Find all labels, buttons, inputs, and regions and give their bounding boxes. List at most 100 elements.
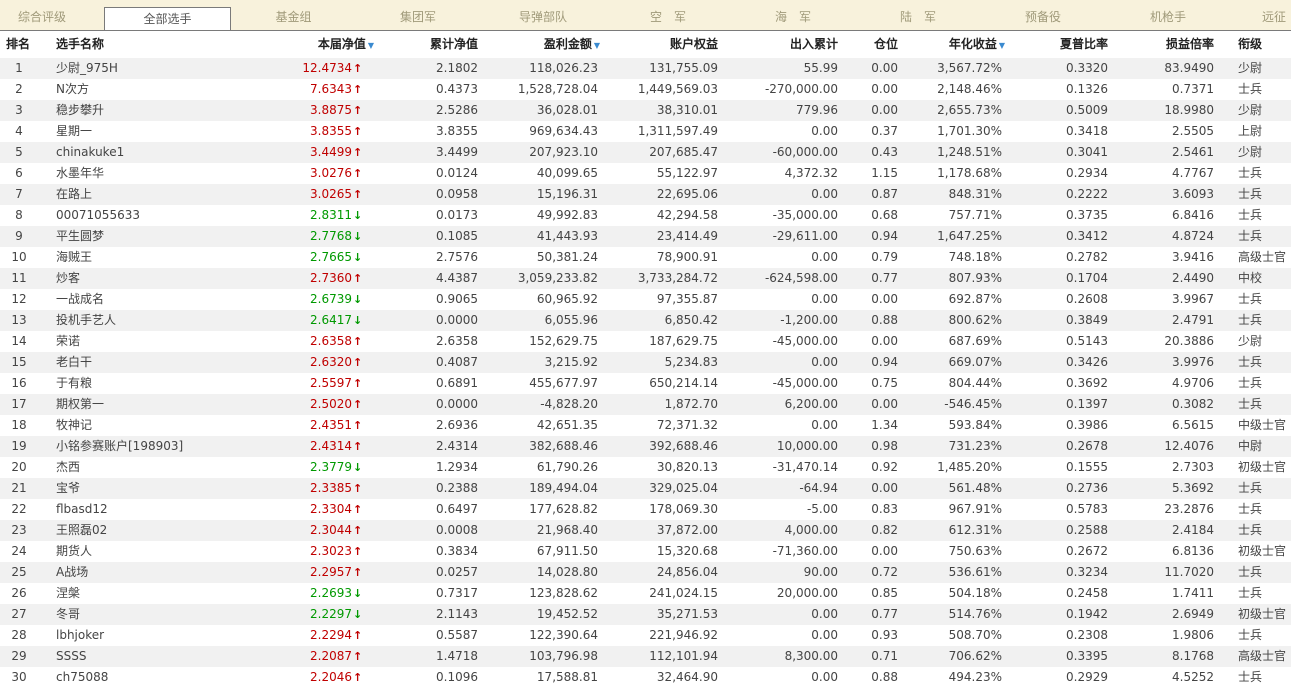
cell-player-name[interactable]: 00071055633 [56, 205, 256, 226]
cell-player-name[interactable]: 于有粮 [56, 373, 256, 394]
cell-player-name[interactable]: 荣诺 [56, 331, 256, 352]
table-row[interactable]: 30 ch75088 2.2046↑ 0.1096 17,588.81 32,464.90… [0, 667, 1291, 688]
cell-player-name[interactable]: 老白干 [56, 352, 256, 373]
header-sharpe[interactable]: 夏普比率 [1030, 31, 1108, 58]
table-row[interactable]: 27 冬哥 2.2297↓ 2.1143 19,452.52 35,271.53 0.00 0… [0, 604, 1291, 625]
table-row[interactable]: 19 小铭参赛账户[198903] 2.4314↑ 2.4314 382,688.46 3… [0, 436, 1291, 457]
cell-player-name[interactable]: 杰西 [56, 457, 256, 478]
tab-army[interactable]: 陆 军 [856, 0, 980, 30]
cell-player-name[interactable]: 少尉_975H [56, 58, 256, 79]
tab-reserve[interactable]: 预备役 [980, 0, 1106, 30]
header-profit[interactable]: 盈利金额 ▼ [510, 31, 600, 58]
table-row[interactable]: 12 一战成名 2.6739↓ 0.9065 60,965.92 97,355.87 0.0… [0, 289, 1291, 310]
cell-player-name[interactable]: 期权第一 [56, 394, 256, 415]
tab-expedition[interactable]: 远征 [1262, 0, 1291, 30]
table-row[interactable]: 29 SSSS 2.2087↑ 1.4718 103,796.98 112,101.94 8… [0, 646, 1291, 667]
table-row[interactable]: 9 平生圆梦 2.7768↓ 0.1085 41,443.93 23,414.49 -29,… [0, 226, 1291, 247]
cell-player-name[interactable]: ch75088 [56, 667, 256, 688]
table-row[interactable]: 2 N次方 7.6343↑ 0.4373 1,528,728.04 1,449,569.0… [0, 79, 1291, 100]
table-row[interactable]: 10 海贼王 2.7665↓ 2.7576 50,381.24 78,900.91 0.00… [0, 247, 1291, 268]
tab-all-players[interactable]: 全部选手 [104, 7, 231, 30]
header-position[interactable]: 仓位 [850, 31, 898, 58]
cell-pl-ratio: 18.9980 [1164, 103, 1214, 117]
cell-player-name[interactable]: SSSS [56, 646, 256, 667]
header-flow[interactable]: 出入累计 [740, 31, 838, 58]
table-row[interactable]: 5 chinakuke1 3.4499↑ 3.4499 207,923.10 207,68… [0, 142, 1291, 163]
table-row[interactable]: 7 在路上 3.0265↑ 0.0958 15,196.31 22,695.06 0.00 0… [0, 184, 1291, 205]
cell-player-name[interactable]: N次方 [56, 79, 256, 100]
cell-player-name[interactable]: 王照磊02 [56, 520, 256, 541]
table-row[interactable]: 15 老白干 2.6320↑ 0.4087 3,215.92 5,234.83 0.00 0.… [0, 352, 1291, 373]
cell-player-name[interactable]: chinakuke1 [56, 142, 256, 163]
table-row[interactable]: 18 牧神记 2.4351↑ 2.6936 42,651.35 72,371.32 0.00… [0, 415, 1291, 436]
table-row[interactable]: 6 水墨年华 3.0276↑ 0.0124 40,099.65 55,122.97 4,37… [0, 163, 1291, 184]
cell-player-name[interactable]: 在路上 [56, 184, 256, 205]
cell-profit: 50,381.24 [536, 250, 598, 264]
cell-rank-title: 士兵 [1238, 166, 1263, 180]
header-title[interactable]: 衔级 [1238, 31, 1288, 58]
cell-player-name[interactable]: 稳步攀升 [56, 100, 256, 121]
cell-position: 0.77 [871, 271, 898, 285]
cell-rank: 6 [15, 166, 23, 180]
cell-player-name[interactable]: 海贼王 [56, 247, 256, 268]
cell-player-name[interactable]: 星期一 [56, 121, 256, 142]
cell-player-name[interactable]: 炒客 [56, 268, 256, 289]
table-row[interactable]: 11 炒客 2.7360↑ 4.4387 3,059,233.82 3,733,284.7… [0, 268, 1291, 289]
cell-player-name[interactable]: flbasd12 [56, 499, 256, 520]
cell-annual: 504.18% [948, 586, 1002, 600]
table-row[interactable]: 1 少尉_975H 12.4734↑ 2.1802 118,026.23 131,755.… [0, 58, 1291, 79]
table-row[interactable]: 17 期权第一 2.5020↑ 0.0000 -4,828.20 1,872.70 6,20… [0, 394, 1291, 415]
cell-player-name[interactable]: 水墨年华 [56, 163, 256, 184]
table-row[interactable]: 24 期货人 2.3023↑ 0.3834 67,911.50 15,320.68 -71,… [0, 541, 1291, 562]
cell-player-name[interactable]: 投机手艺人 [56, 310, 256, 331]
table-row[interactable]: 14 荣诺 2.6358↑ 2.6358 152,629.75 187,629.75 -45… [0, 331, 1291, 352]
cell-profit: 103,796.98 [529, 649, 598, 663]
cell-position: 0.00 [871, 103, 898, 117]
table-row[interactable]: 20 杰西 2.3779↓ 1.2934 61,790.26 30,820.13 -31,4… [0, 457, 1291, 478]
cell-player-name[interactable]: 平生圆梦 [56, 226, 256, 247]
table-row[interactable]: 13 投机手艺人 2.6417↓ 0.0000 6,055.96 6,850.42 -1,2… [0, 310, 1291, 331]
cell-equity: 22,695.06 [656, 187, 718, 201]
cell-player-name[interactable]: 牧神记 [56, 415, 256, 436]
tab-fund-group[interactable]: 基金组 [230, 0, 357, 30]
table-row[interactable]: 28 lbhjoker 2.2294↑ 0.5587 122,390.64 221,946… [0, 625, 1291, 646]
tab-air-force[interactable]: 空 军 [606, 0, 730, 30]
table-row[interactable]: 21 宝爷 2.3385↑ 0.2388 189,494.04 329,025.04 -64… [0, 478, 1291, 499]
cell-nav: 2.7360↑ [280, 268, 362, 289]
tab-group-army[interactable]: 集团军 [356, 0, 480, 30]
table-row[interactable]: 16 于有粮 2.5597↑ 0.6891 455,677.97 650,214.14 -4… [0, 373, 1291, 394]
table-row[interactable]: 26 涅槃 2.2693↓ 0.7317 123,828.62 241,024.15 20,… [0, 583, 1291, 604]
cell-pl-ratio: 3.9976 [1172, 355, 1214, 369]
header-nav[interactable]: 本届净值 ▼ [290, 31, 374, 58]
cell-cum-nav: 0.4373 [436, 82, 478, 96]
header-rank[interactable]: 排名 [6, 31, 46, 58]
tab-missile-force[interactable]: 导弹部队 [480, 0, 606, 30]
cell-position: 0.77 [871, 607, 898, 621]
cell-player-name[interactable]: 一战成名 [56, 289, 256, 310]
cell-rank: 30 [11, 670, 27, 684]
cell-rank: 18 [11, 418, 27, 432]
cell-player-name[interactable]: 宝爷 [56, 478, 256, 499]
table-row[interactable]: 3 稳步攀升 3.8875↑ 2.5286 36,028.01 38,310.01 779.… [0, 100, 1291, 121]
cell-player-name[interactable]: 小铭参赛账户[198903] [56, 436, 256, 457]
cell-rank: 8 [15, 208, 23, 222]
table-row[interactable]: 4 星期一 3.8355↑ 3.8355 969,634.43 1,311,597.49 0… [0, 121, 1291, 142]
cell-player-name[interactable]: lbhjoker [56, 625, 256, 646]
cell-player-name[interactable]: 冬哥 [56, 604, 256, 625]
header-pl-ratio[interactable]: 损益倍率 [1130, 31, 1214, 58]
cell-player-name[interactable]: A战场 [56, 562, 256, 583]
tab-machine-gunner[interactable]: 机枪手 [1106, 0, 1230, 30]
table-row[interactable]: 25 A战场 2.2957↑ 0.0257 14,028.80 24,856.04 90.0… [0, 562, 1291, 583]
header-cum-nav[interactable]: 累计净值 [400, 31, 478, 58]
cell-player-name[interactable]: 涅槃 [56, 583, 256, 604]
cell-equity: 112,101.94 [649, 649, 718, 663]
tab-navy[interactable]: 海 军 [730, 0, 856, 30]
header-annual[interactable]: 年化收益 ▼ [920, 31, 1005, 58]
table-row[interactable]: 8 00071055633 2.8311↓ 0.0173 49,992.83 42,294… [0, 205, 1291, 226]
table-row[interactable]: 22 flbasd12 2.3304↑ 0.6497 177,628.82 178,069… [0, 499, 1291, 520]
header-name[interactable]: 选手名称 [56, 31, 176, 58]
table-row[interactable]: 23 王照磊02 2.3044↑ 0.0008 21,968.40 37,872.00 4,… [0, 520, 1291, 541]
cell-player-name[interactable]: 期货人 [56, 541, 256, 562]
tab-rating[interactable]: 综合评级 [0, 0, 84, 30]
header-equity[interactable]: 账户权益 [620, 31, 718, 58]
